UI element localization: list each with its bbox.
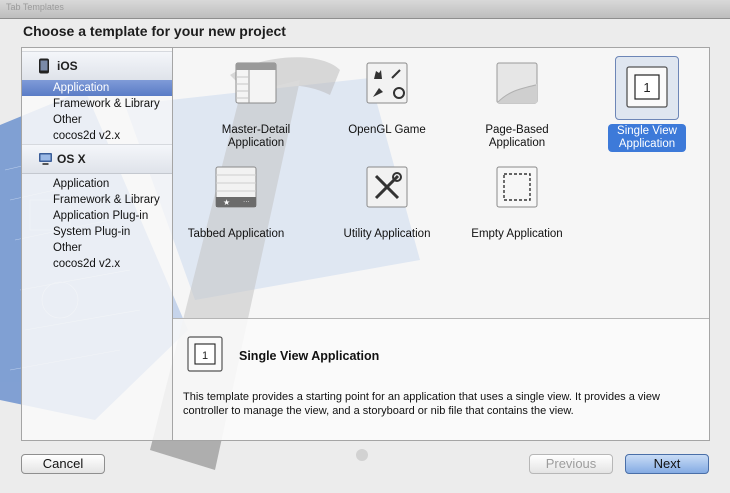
sidebar-item-ios-cocos2d[interactable]: cocos2d v2.x bbox=[22, 128, 172, 144]
template-utility[interactable]: Utility Application bbox=[327, 160, 447, 260]
sidebar-item-osx-application[interactable]: Application bbox=[22, 176, 172, 192]
sidebar-section-label: OS X bbox=[57, 152, 86, 166]
sidebar-item-osx-system-plugin[interactable]: System Plug-in bbox=[22, 224, 172, 240]
empty-icon bbox=[496, 166, 538, 208]
sidebar-section-ios: iOS bbox=[22, 51, 172, 81]
template-label-text: Single View Application bbox=[608, 124, 686, 152]
template-label: OpenGL Game bbox=[348, 124, 426, 136]
template-chooser-panel: iOS Application Framework & Library Othe… bbox=[21, 47, 710, 441]
template-tabbed[interactable]: ★ ··· Tabbed Application bbox=[176, 160, 296, 260]
window-titlebar: Tab Templates bbox=[0, 0, 730, 19]
svg-text:★: ★ bbox=[223, 198, 230, 207]
sidebar-item-ios-framework-library[interactable]: Framework & Library bbox=[22, 96, 172, 112]
cancel-button[interactable]: Cancel bbox=[21, 454, 105, 474]
single-view-icon-number: 1 bbox=[643, 80, 650, 95]
sidebar-item-ios-other[interactable]: Other bbox=[22, 112, 172, 128]
template-page-based[interactable]: Page-Based Application bbox=[457, 56, 577, 156]
template-label: Tabbed Application bbox=[187, 228, 285, 240]
window-title: Tab Templates bbox=[6, 2, 64, 12]
single-view-icon: 1 bbox=[187, 336, 223, 372]
sheet-title: Choose a template for your new project bbox=[23, 23, 286, 39]
previous-button[interactable]: Previous bbox=[529, 454, 613, 474]
iphone-icon bbox=[39, 58, 49, 74]
sidebar-item-ios-application[interactable]: Application bbox=[22, 80, 172, 96]
description-title: Single View Application bbox=[239, 349, 380, 363]
sidebar-item-osx-cocos2d[interactable]: cocos2d v2.x bbox=[22, 256, 172, 272]
template-grid: Master-Detail Application OpenGL Game Pa… bbox=[173, 48, 709, 318]
template-empty[interactable]: Empty Application bbox=[457, 160, 577, 260]
template-label: Single View Application bbox=[587, 124, 707, 152]
osx-icon bbox=[39, 153, 52, 165]
template-label: Empty Application bbox=[471, 228, 563, 240]
template-single-view[interactable]: 1 Single View Application bbox=[587, 56, 707, 156]
sidebar-item-osx-application-plugin[interactable]: Application Plug-in bbox=[22, 208, 172, 224]
sidebar-item-osx-framework-library[interactable]: Framework & Library bbox=[22, 192, 172, 208]
tabbed-icon: ★ ··· bbox=[215, 166, 257, 208]
page-based-icon bbox=[496, 62, 538, 104]
template-label: Master-Detail Application bbox=[221, 124, 291, 149]
utility-icon bbox=[366, 166, 408, 208]
master-detail-icon bbox=[235, 62, 277, 104]
template-opengl-game[interactable]: OpenGL Game bbox=[327, 56, 447, 156]
template-label: Page-Based Application bbox=[485, 124, 549, 149]
template-content: Master-Detail Application OpenGL Game Pa… bbox=[173, 48, 709, 440]
template-sidebar: iOS Application Framework & Library Othe… bbox=[22, 48, 173, 440]
template-description-panel: 1 Single View Application This template … bbox=[173, 318, 709, 440]
template-master-detail[interactable]: Master-Detail Application bbox=[196, 56, 316, 156]
description-text: This template provides a starting point … bbox=[183, 391, 660, 417]
sidebar-section-osx: OS X bbox=[22, 144, 172, 174]
single-view-icon: 1 bbox=[626, 66, 668, 108]
sidebar-item-osx-other[interactable]: Other bbox=[22, 240, 172, 256]
next-button[interactable]: Next bbox=[625, 454, 709, 474]
sidebar-section-label: iOS bbox=[57, 59, 78, 73]
template-label: Utility Application bbox=[343, 228, 431, 240]
opengl-game-icon bbox=[366, 62, 408, 104]
svg-text:···: ··· bbox=[243, 198, 250, 206]
desc-icon-number: 1 bbox=[202, 350, 208, 362]
